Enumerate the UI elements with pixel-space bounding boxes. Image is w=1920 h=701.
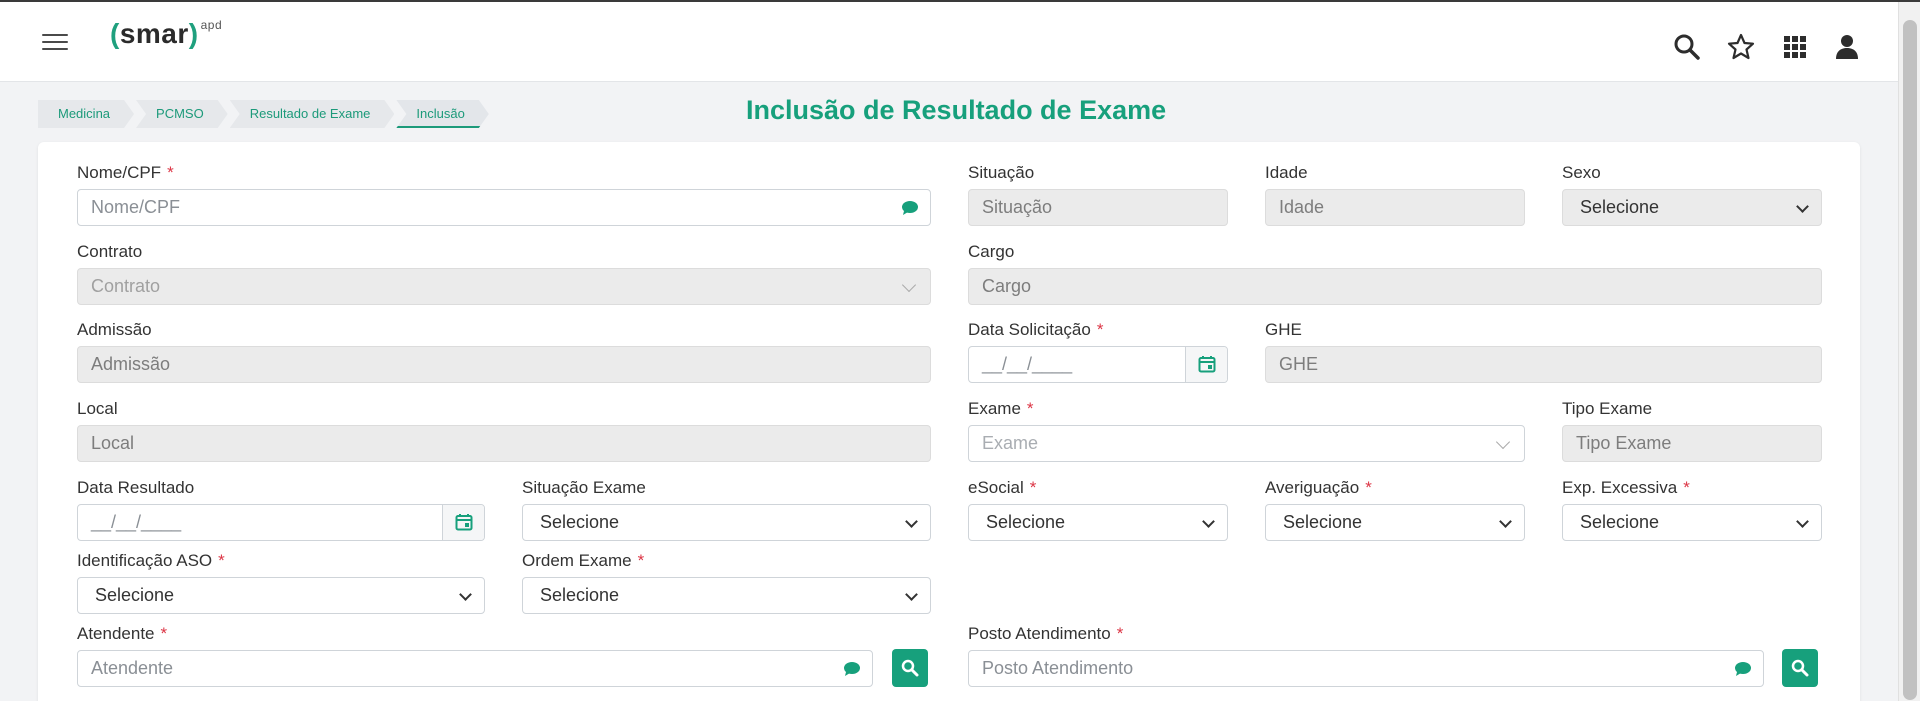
cargo-label: Cargo (968, 242, 1015, 261)
averiguacao-label: Averiguação * (1265, 478, 1372, 497)
idade-field: Idade (1265, 189, 1525, 226)
data-resultado-input[interactable]: __/__/____ (77, 504, 485, 541)
data-solicitacao-label: Data Solicitação * (968, 320, 1104, 339)
top-navbar: (smar) apd (0, 2, 1898, 82)
exp-excessiva-label: Exp. Excessiva * (1562, 478, 1690, 497)
atendente-input[interactable]: Atendente (77, 650, 873, 687)
posto-atendimento-label: Posto Atendimento * (968, 624, 1124, 643)
star-icon[interactable] (1726, 32, 1756, 62)
ghe-field: GHE (1265, 346, 1822, 383)
esocial-select[interactable]: Selecione (968, 504, 1228, 541)
contrato-label: Contrato (77, 242, 143, 261)
admissao-field: Admissão (77, 346, 931, 383)
posto-atendimento-search-button[interactable] (1782, 649, 1818, 687)
calendar-icon (1198, 356, 1216, 373)
chat-bubble-icon[interactable] (844, 662, 860, 676)
atendente-search-button[interactable] (892, 649, 928, 687)
calendar-icon (455, 514, 473, 531)
user-icon[interactable] (1832, 32, 1862, 62)
data-resultado-label: Data Resultado (77, 478, 195, 497)
breadcrumb: Medicina PCMSO Resultado de Exame Inclus… (38, 100, 491, 128)
breadcrumb-medicina[interactable]: Medicina (38, 100, 134, 128)
exp-excessiva-select[interactable]: Selecione (1562, 504, 1822, 541)
chat-bubble-icon[interactable] (902, 201, 918, 215)
esocial-label: eSocial * (968, 478, 1037, 497)
identificacao-aso-label: Identificação ASO * (77, 551, 225, 570)
page-title: Inclusão de Resultado de Exame (746, 95, 1167, 125)
exame-combobox[interactable]: Exame (968, 425, 1525, 462)
logo[interactable]: (smar) apd (110, 18, 222, 50)
sexo-select[interactable]: Selecione (1562, 189, 1822, 226)
cargo-field: Cargo (968, 268, 1822, 305)
calendar-button[interactable] (442, 505, 484, 540)
tipo-exame-field: Tipo Exame (1562, 425, 1822, 462)
contrato-combobox[interactable]: Contrato (77, 268, 931, 305)
data-solicitacao-input[interactable]: __/__/____ (968, 346, 1228, 383)
breadcrumb-resultado-de-exame[interactable]: Resultado de Exame (230, 100, 395, 128)
scrollbar-thumb[interactable] (1903, 20, 1917, 700)
breadcrumb-pcmso[interactable]: PCMSO (136, 100, 228, 128)
breadcrumb-inclusao[interactable]: Inclusão (396, 100, 488, 128)
menu-icon[interactable] (42, 34, 68, 54)
tipo-exame-label: Tipo Exame (1562, 399, 1653, 418)
averiguacao-select[interactable]: Selecione (1265, 504, 1525, 541)
chat-bubble-icon[interactable] (1735, 662, 1751, 676)
apps-grid-icon[interactable] (1780, 32, 1810, 62)
posto-atendimento-input[interactable]: Posto Atendimento (968, 650, 1764, 687)
form-card: Nome/CPF * Nome/CPF Situação Situação Ida… (38, 142, 1860, 701)
idade-label: Idade (1265, 163, 1308, 182)
ordem-exame-label: Ordem Exame * (522, 551, 645, 570)
search-icon (1791, 659, 1809, 677)
situacao-exame-select[interactable]: Selecione (522, 504, 931, 541)
situacao-label: Situação (968, 163, 1035, 182)
atendente-label: Atendente * (77, 624, 168, 643)
situacao-exame-label: Situação Exame (522, 478, 646, 497)
local-label: Local (77, 399, 118, 418)
nome-cpf-label: Nome/CPF * (77, 163, 174, 182)
search-icon[interactable] (1672, 32, 1702, 62)
exame-label: Exame * (968, 399, 1034, 418)
calendar-button[interactable] (1185, 347, 1227, 382)
ordem-exame-select[interactable]: Selecione (522, 577, 931, 614)
search-icon (901, 659, 919, 677)
local-field: Local (77, 425, 931, 462)
nome-cpf-input[interactable]: Nome/CPF (77, 189, 931, 226)
sexo-label: Sexo (1562, 163, 1601, 182)
identificacao-aso-select[interactable]: Selecione (77, 577, 485, 614)
ghe-label: GHE (1265, 320, 1302, 339)
situacao-field: Situação (968, 189, 1228, 226)
admissao-label: Admissão (77, 320, 152, 339)
page-scrollbar[interactable] (1898, 2, 1920, 701)
